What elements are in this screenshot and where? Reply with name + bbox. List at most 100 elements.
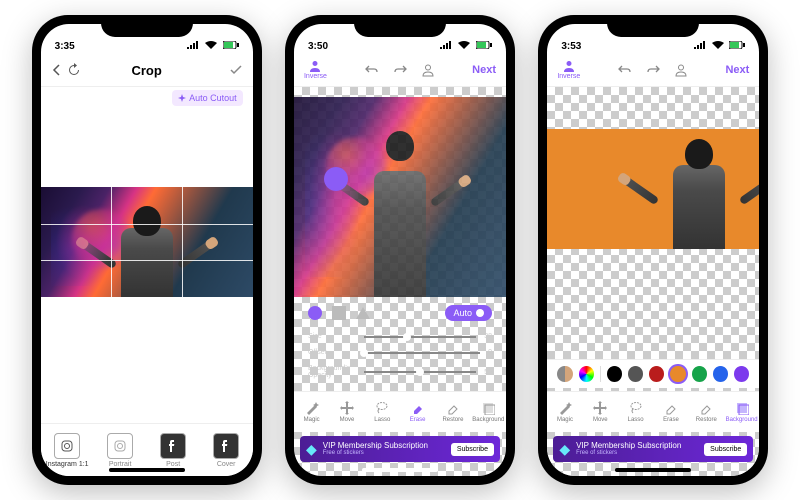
lasso-icon [375, 401, 389, 415]
eraser-icon [411, 401, 425, 415]
layers-icon [481, 401, 495, 415]
diamond-icon: ◆ [306, 441, 317, 458]
photo [41, 187, 253, 297]
diamond-icon: ◆ [559, 441, 570, 458]
swatch-blue[interactable] [713, 366, 728, 382]
tool-magic[interactable]: Magic [294, 392, 329, 432]
inverse-button[interactable]: Inverse [304, 60, 327, 80]
slider-offset[interactable]: Offset0 [308, 349, 492, 356]
tool-restore[interactable]: Restore [435, 392, 470, 432]
page-title: Crop [131, 63, 161, 78]
notch [354, 15, 446, 37]
shape-circle[interactable] [308, 306, 322, 320]
battery-icon [223, 41, 239, 49]
move-icon [340, 401, 354, 415]
undo-icon[interactable] [618, 63, 632, 77]
eraser-icon [664, 401, 678, 415]
battery-icon [729, 41, 745, 49]
shape-triangle[interactable] [356, 307, 370, 319]
phone-crop: 3:35 Crop Auto Cutout Instagram 1:1 Port… [32, 15, 262, 485]
tool-restore[interactable]: Restore [689, 392, 724, 432]
rotate-icon[interactable] [67, 63, 81, 77]
tool-tabs: Magic Move Lasso Erase Restore Backgroun… [547, 391, 759, 432]
move-icon [593, 401, 607, 415]
notch [101, 15, 193, 37]
tool-background[interactable]: Background [471, 392, 506, 432]
swatch-green[interactable] [692, 366, 707, 382]
preview-icon[interactable] [674, 63, 688, 77]
slider-opacity[interactable]: Background's Opacity50 [308, 365, 492, 379]
navbar: Inverse Next [294, 54, 506, 87]
back-icon[interactable] [51, 64, 63, 76]
inverse-button[interactable]: Inverse [557, 60, 580, 80]
crop-canvas[interactable] [41, 87, 253, 423]
swatch-gray[interactable] [628, 366, 643, 382]
brush-icon [446, 401, 460, 415]
shape-row: Auto [294, 305, 506, 321]
wifi-icon [205, 41, 217, 49]
tool-move[interactable]: Move [329, 392, 364, 432]
wifi-icon [458, 41, 470, 49]
next-button[interactable]: Next [472, 64, 496, 76]
status-time: 3:53 [561, 41, 581, 52]
facebook-icon [222, 440, 230, 452]
swatch-red[interactable] [649, 366, 664, 382]
redo-icon[interactable] [393, 63, 407, 77]
tool-erase[interactable]: Erase [400, 392, 435, 432]
tool-erase[interactable]: Erase [653, 392, 688, 432]
shape-square[interactable] [332, 306, 346, 320]
tool-tabs: Magic Move Lasso Erase Restore Backgroun… [294, 391, 506, 432]
home-indicator [615, 468, 691, 472]
status-time: 3:35 [55, 41, 75, 52]
auto-button[interactable]: Auto [445, 305, 492, 321]
background-fill [547, 129, 759, 249]
crop-grid [41, 187, 253, 297]
status-icons [437, 41, 492, 52]
vip-banner[interactable]: ◆ VIP Membership SubscriptionFree of sti… [300, 436, 500, 462]
preview-icon[interactable] [421, 63, 435, 77]
undo-icon[interactable] [365, 63, 379, 77]
home-indicator [109, 468, 185, 472]
tab-cover[interactable]: Cover [200, 424, 253, 476]
phone-erase: 3:50 Inverse Next Auto Size38 Offset0 Ba… [285, 15, 515, 485]
status-icons [184, 41, 239, 52]
confirm-icon[interactable] [229, 63, 243, 77]
person-icon [309, 60, 321, 72]
next-button[interactable]: Next [725, 64, 749, 76]
swatch-original[interactable] [557, 366, 572, 382]
battery-icon [476, 41, 492, 49]
brush-icon [699, 401, 713, 415]
signal-icon [440, 41, 452, 49]
subscribe-button[interactable]: Subscribe [704, 443, 747, 456]
wifi-icon [712, 41, 724, 49]
tool-background[interactable]: Background [724, 392, 759, 432]
swatch-black[interactable] [607, 366, 622, 382]
status-icons [691, 41, 746, 52]
vip-banner[interactable]: ◆ VIP Membership SubscriptionFree of sti… [553, 436, 753, 462]
signal-icon [187, 41, 199, 49]
notch [607, 15, 699, 37]
phone-background: 3:53 Inverse Next Magic Move Lasso [538, 15, 768, 485]
tool-magic[interactable]: Magic [547, 392, 582, 432]
instagram-icon [61, 440, 73, 452]
navbar: Inverse Next [547, 54, 759, 87]
redo-icon[interactable] [646, 63, 660, 77]
slider-size[interactable]: Size38 [308, 333, 492, 340]
photo [294, 97, 506, 297]
tab-instagram[interactable]: Instagram 1:1 [41, 424, 94, 476]
lasso-icon [629, 401, 643, 415]
swatch-picker[interactable] [579, 366, 594, 382]
tool-lasso[interactable]: Lasso [365, 392, 400, 432]
swatch-purple[interactable] [734, 366, 749, 382]
facebook-icon [169, 440, 177, 452]
tool-lasso[interactable]: Lasso [618, 392, 653, 432]
navbar: Crop [41, 54, 253, 87]
subscribe-button[interactable]: Subscribe [451, 443, 494, 456]
signal-icon [694, 41, 706, 49]
instagram-icon [114, 440, 126, 452]
swatch-orange[interactable] [670, 366, 685, 382]
wand-icon [305, 401, 319, 415]
tool-move[interactable]: Move [583, 392, 618, 432]
person-icon [563, 60, 575, 72]
brush-cursor [324, 167, 348, 191]
